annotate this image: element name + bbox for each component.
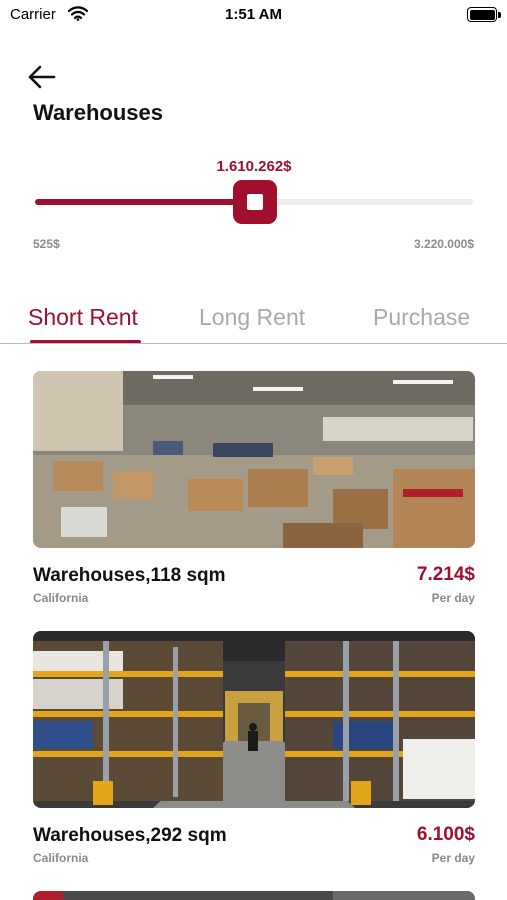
tab-long-rent[interactable]: Long Rent [199, 304, 305, 331]
listing-photo [33, 371, 475, 548]
listing-photo [33, 891, 475, 900]
price-slider-fill [35, 199, 254, 205]
listing-price: 7.214$ [416, 564, 475, 585]
price-slider-thumb[interactable] [233, 180, 277, 224]
listing-price-unit: Per day [431, 851, 475, 865]
listing-title: Warehouses,118 sqm [33, 565, 226, 586]
slider-min-label: 525$ [33, 237, 60, 251]
listing-photo [33, 631, 475, 808]
slider-current-value: 1.610.262$ [216, 158, 292, 175]
listing-title: Warehouses,292 sqm [33, 825, 227, 846]
battery-icon [467, 7, 501, 22]
listing-card[interactable]: Warehouses,292 sqm California 6.100$ Per… [33, 631, 475, 871]
tab-purchase[interactable]: Purchase [373, 304, 470, 331]
listing-price: 6.100$ [416, 824, 475, 845]
status-bar: Carrier 1:51 AM [0, 0, 507, 30]
listing-location: California [33, 851, 89, 865]
slider-max-label: 3.220.000$ [413, 237, 474, 251]
rent-type-tabs: Short Rent Long Rent Purchase [0, 300, 507, 346]
listing-price-unit: Per day [431, 591, 475, 605]
listing-location: California [33, 591, 89, 605]
back-button[interactable] [26, 62, 60, 92]
status-time: 1:51 AM [225, 6, 282, 23]
page-title: Warehouses [33, 100, 164, 125]
tab-short-rent[interactable]: Short Rent [28, 304, 138, 331]
arrow-left-icon [28, 65, 56, 89]
tabs-divider [0, 343, 507, 344]
